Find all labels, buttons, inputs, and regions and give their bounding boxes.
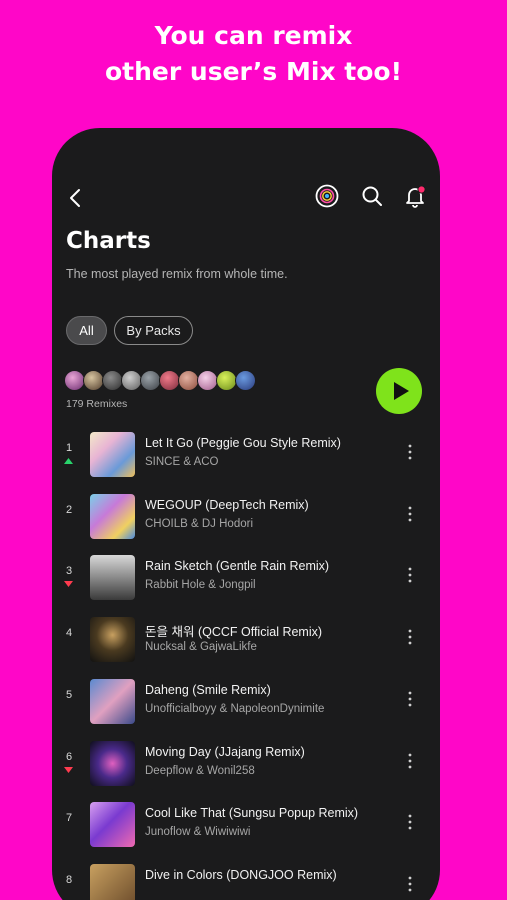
track-cover-art[interactable] xyxy=(90,432,135,477)
more-options-icon[interactable] xyxy=(402,690,418,708)
track-rank: 3 xyxy=(65,565,73,578)
filter-all-chip[interactable]: All xyxy=(66,316,107,345)
trend-up-icon xyxy=(64,458,73,464)
more-options-icon[interactable] xyxy=(402,813,418,831)
promo-headline: You can remix other user’s Mix too! xyxy=(0,18,507,90)
track-rank: 6 xyxy=(65,750,73,763)
avatar xyxy=(102,370,123,391)
track-row[interactable]: 8 Dive in Colors (DONGJOO Remix) xyxy=(52,858,440,900)
track-row[interactable]: 4 돈을 채워 (QCCF Official Remix) Nucksal & Ga… xyxy=(52,611,440,673)
track-cover-art[interactable] xyxy=(90,678,135,724)
track-artist: Junoflow & Wiwiwiwi xyxy=(145,826,251,839)
track-artist: Unofficialboyy & NapoleonDynimite xyxy=(145,702,325,715)
promo-line-1: You can remix xyxy=(154,21,353,50)
avatar xyxy=(121,370,142,391)
track-artist: CHOILB & DJ Hodori xyxy=(145,517,254,530)
disc-icon[interactable] xyxy=(314,183,340,209)
more-options-icon[interactable] xyxy=(402,566,418,584)
more-options-icon[interactable] xyxy=(402,443,418,461)
track-title: Cool Like That (Sungsu Popup Remix) xyxy=(145,806,359,821)
track-title: Moving Day (JJajang Remix) xyxy=(145,744,305,759)
track-title: Daheng (Smile Remix) xyxy=(145,682,271,697)
track-rank: 7 xyxy=(65,812,73,825)
avatar xyxy=(216,370,237,391)
avatar xyxy=(140,370,161,391)
promo-line-2: other user’s Mix too! xyxy=(105,57,402,86)
track-cover-art[interactable] xyxy=(90,555,135,601)
more-options-icon[interactable] xyxy=(402,752,418,770)
more-options-icon[interactable] xyxy=(402,875,418,893)
back-icon[interactable] xyxy=(64,186,88,210)
track-rank: 1 xyxy=(65,442,73,454)
track-cover-art[interactable] xyxy=(90,617,135,663)
track-artist: Nucksal & GajwaLikfe xyxy=(145,641,257,654)
track-row[interactable]: 6 Moving Day (JJajang Remix) Deepflow & Wo… xyxy=(52,735,440,797)
avatar xyxy=(197,370,218,391)
track-rank: 8 xyxy=(65,873,73,886)
track-cover-art[interactable] xyxy=(90,802,135,848)
track-row[interactable]: 5 Daheng (Smile Remix) Unofficialboyy & Na… xyxy=(52,673,440,735)
track-row[interactable]: 2 WEGOUP (DeepTech Remix) CHOILB & DJ Hodo… xyxy=(52,488,440,550)
filter-by-packs-chip[interactable]: By Packs xyxy=(114,316,193,345)
track-cover-art[interactable] xyxy=(90,740,135,786)
track-row[interactable]: 7 Cool Like That (Sungsu Popup Remix) Juno… xyxy=(52,796,440,858)
play-all-button[interactable] xyxy=(376,368,422,414)
track-rank: 5 xyxy=(65,688,73,701)
track-cover-art[interactable] xyxy=(90,863,135,900)
track-row[interactable]: 1 Let It Go (Peggie Gou Style Remix) SINCE… xyxy=(52,426,440,488)
avatar xyxy=(159,370,180,391)
page-subtitle: The most played remix from whole time. xyxy=(66,267,288,281)
play-icon xyxy=(394,382,409,400)
avatar xyxy=(235,370,256,391)
trend-down-icon xyxy=(64,581,73,588)
more-options-icon[interactable] xyxy=(402,505,418,523)
more-options-icon[interactable] xyxy=(402,628,418,646)
bell-icon[interactable] xyxy=(402,183,428,209)
track-row[interactable]: 3 Rain Sketch (Gentle Rain Remix) Rabbit H… xyxy=(52,549,440,611)
phone-screen: Charts The most played remix from whole … xyxy=(52,128,440,900)
track-rank: 2 xyxy=(65,503,73,516)
page-title: Charts xyxy=(66,228,151,254)
remix-count: 179 Remixes xyxy=(66,398,128,410)
notification-dot xyxy=(417,185,426,194)
track-title: Rain Sketch (Gentle Rain Remix) xyxy=(145,559,330,574)
trend-down-icon xyxy=(64,766,73,773)
avatar xyxy=(178,370,199,391)
track-cover-art[interactable] xyxy=(90,493,135,539)
avatar xyxy=(83,370,104,391)
track-rank: 4 xyxy=(65,627,73,640)
track-title: Let It Go (Peggie Gou Style Remix) xyxy=(145,436,341,450)
track-artist: Deepflow & Wonil258 xyxy=(145,764,255,777)
search-icon[interactable] xyxy=(360,184,384,208)
track-artist: Rabbit Hole & Jongpil xyxy=(145,579,256,592)
track-title: 돈을 채워 (QCCF Official Remix) xyxy=(145,625,323,640)
track-artist: SINCE & ACO xyxy=(145,456,219,468)
avatar xyxy=(64,370,85,391)
track-title: WEGOUP (DeepTech Remix) xyxy=(145,497,309,512)
track-title: Dive in Colors (DONGJOO Remix) xyxy=(145,867,337,882)
